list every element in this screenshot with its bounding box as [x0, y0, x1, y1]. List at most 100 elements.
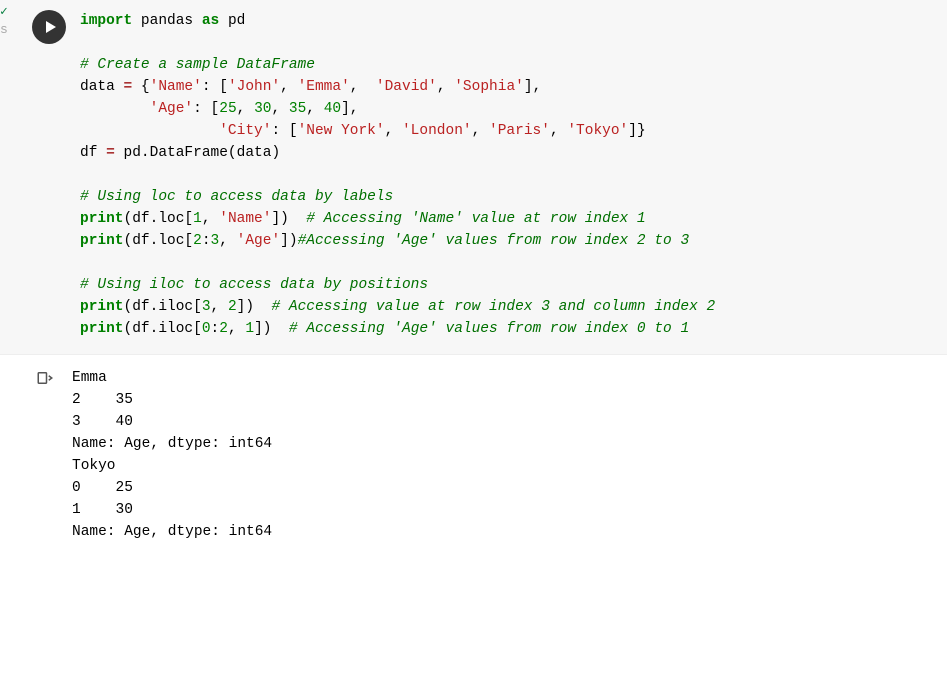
- num-2: 2: [193, 233, 202, 249]
- key-age: 'Age': [150, 101, 194, 117]
- expr-iloc1-close: ]): [237, 299, 254, 315]
- comma: ,: [271, 101, 280, 117]
- exec-status-check: ✓: [0, 4, 10, 19]
- val-tokyo: 'Tokyo': [567, 123, 628, 139]
- key-name: 'Name': [150, 79, 202, 95]
- fn-print: print: [80, 321, 124, 337]
- out-line-8: Name: Age, dtype: int64: [72, 524, 272, 540]
- comment-loc: # Using loc to access data by labels: [80, 189, 393, 205]
- out-line-4: Name: Age, dtype: int64: [72, 436, 272, 452]
- out-line-2: 2 35: [72, 392, 133, 408]
- num-30: 30: [254, 101, 271, 117]
- num-0: 0: [202, 321, 211, 337]
- expr-loc2-open: (df.loc[: [124, 233, 194, 249]
- expr-iloc2-open: (df.iloc[: [124, 321, 202, 337]
- comma: ,: [437, 79, 446, 95]
- colon: :: [193, 101, 202, 117]
- comma: ,: [550, 123, 559, 139]
- output-area: Emma 2 35 3 40 Name: Age, dtype: int64 T…: [0, 355, 947, 543]
- num-1: 1: [245, 321, 254, 337]
- colon: :: [211, 321, 220, 337]
- val-paris: 'Paris': [489, 123, 550, 139]
- expr-iloc2-close: ]): [254, 321, 271, 337]
- sq-close: ]: [524, 79, 533, 95]
- expr-pddf: pd.DataFrame(data): [124, 145, 281, 161]
- comma: ,: [472, 123, 481, 139]
- alias-pd: pd: [228, 13, 245, 29]
- out-line-7: 1 30: [72, 502, 133, 518]
- comma: ,: [350, 79, 359, 95]
- output-expand-icon[interactable]: [36, 369, 54, 543]
- out-line-3: 3 40: [72, 414, 133, 430]
- comma: ,: [237, 101, 246, 117]
- num-1: 1: [193, 211, 202, 227]
- colon: :: [202, 233, 211, 249]
- fn-print: print: [80, 299, 124, 315]
- num-3: 3: [211, 233, 220, 249]
- val-john: 'John': [228, 79, 280, 95]
- comma: ,: [350, 101, 359, 117]
- sq-open: [: [289, 123, 298, 139]
- num-2: 2: [219, 321, 228, 337]
- comment-iloc2: # Accessing 'Age' values from row index …: [289, 321, 689, 337]
- comment-iloc: # Using iloc to access data by positions: [80, 277, 428, 293]
- kw-import: import: [80, 13, 132, 29]
- val-ny: 'New York': [298, 123, 385, 139]
- num-25: 25: [219, 101, 236, 117]
- fn-print: print: [80, 233, 124, 249]
- colon: :: [271, 123, 280, 139]
- val-david: 'David': [376, 79, 437, 95]
- comment-loc2: #Accessing 'Age' values from row index 2…: [298, 233, 690, 249]
- num-35: 35: [289, 101, 306, 117]
- output-gutter: [0, 367, 72, 543]
- play-icon: [46, 21, 56, 33]
- sq-close: ]: [628, 123, 637, 139]
- brace-close: }: [637, 123, 646, 139]
- exec-time-marker: s: [0, 22, 10, 37]
- stdout-output: Emma 2 35 3 40 Name: Age, dtype: int64 T…: [72, 367, 272, 543]
- brace-open: {: [141, 79, 150, 95]
- num-40: 40: [324, 101, 341, 117]
- var-data: data: [80, 79, 115, 95]
- comment-loc1: # Accessing 'Name' value at row index 1: [306, 211, 645, 227]
- fn-print: print: [80, 211, 124, 227]
- op-eq: =: [106, 145, 115, 161]
- val-sophia: 'Sophia': [454, 79, 524, 95]
- comma: ,: [306, 101, 315, 117]
- comma: ,: [228, 321, 237, 337]
- key-age: 'Age': [237, 233, 281, 249]
- comment-iloc1: # Accessing value at row index 3 and col…: [271, 299, 715, 315]
- run-cell-button[interactable]: [32, 10, 66, 44]
- comma: ,: [211, 299, 220, 315]
- colon: :: [202, 79, 211, 95]
- comma: ,: [280, 79, 289, 95]
- notebook-cell: import pandas as pd # Create a sample Da…: [0, 0, 947, 543]
- expr-loc1-close: ]): [271, 211, 288, 227]
- sq-open: [: [211, 101, 220, 117]
- op-eq: =: [124, 79, 133, 95]
- comma: ,: [202, 211, 211, 227]
- comma: ,: [385, 123, 394, 139]
- expr-loc1-open: (df.loc[: [124, 211, 194, 227]
- num-3: 3: [202, 299, 211, 315]
- expr-loc2-close: ]): [280, 233, 297, 249]
- key-name: 'Name': [219, 211, 271, 227]
- comma: ,: [533, 79, 542, 95]
- kw-as: as: [202, 13, 219, 29]
- out-line-1: Emma: [72, 370, 107, 386]
- val-london: 'London': [402, 123, 472, 139]
- code-editor[interactable]: import pandas as pd # Create a sample Da…: [80, 10, 715, 340]
- num-2: 2: [228, 299, 237, 315]
- key-city: 'City': [219, 123, 271, 139]
- out-line-5: Tokyo: [72, 458, 116, 474]
- val-emma: 'Emma': [298, 79, 350, 95]
- comment-create: # Create a sample DataFrame: [80, 57, 315, 73]
- expr-iloc1-open: (df.iloc[: [124, 299, 202, 315]
- sq-close: ]: [341, 101, 350, 117]
- sq-open: [: [219, 79, 228, 95]
- comma: ,: [219, 233, 228, 249]
- var-df: df: [80, 145, 97, 161]
- mod-pandas: pandas: [141, 13, 193, 29]
- out-line-6: 0 25: [72, 480, 133, 496]
- code-input-area: import pandas as pd # Create a sample Da…: [0, 0, 947, 355]
